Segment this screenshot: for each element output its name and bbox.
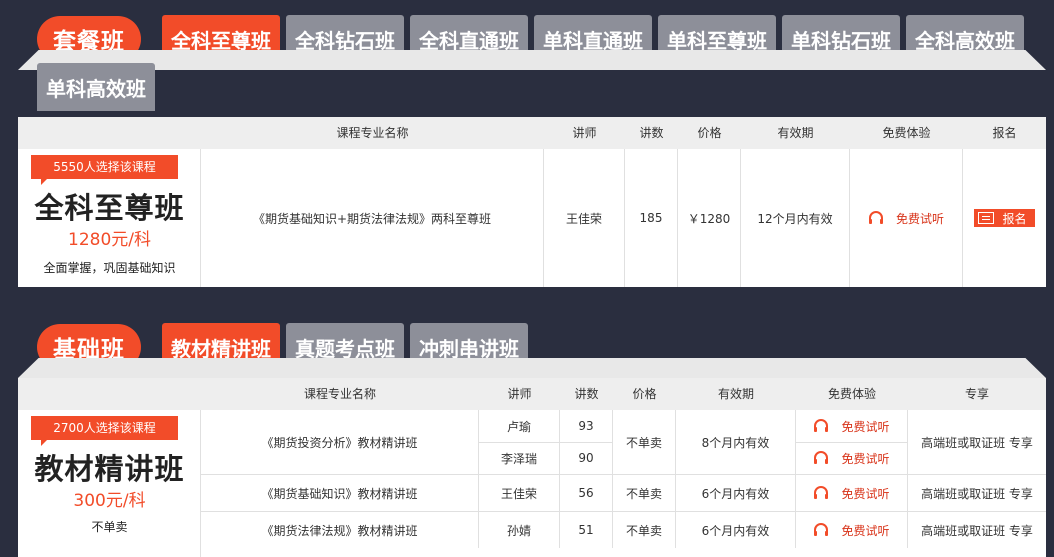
- course-desc: 不单卖: [91, 520, 128, 534]
- enrollment-ribbon: 2700人选择该课程: [31, 416, 178, 446]
- header-signup: 报名: [992, 126, 1017, 140]
- course-title[interactable]: 《期货基础知识+期货法律法规》两科至尊班: [201, 149, 544, 287]
- signup-button[interactable]: 报名: [974, 209, 1035, 227]
- teacher: 卢瑜: [479, 410, 560, 442]
- signup-cell: 报名: [963, 149, 1046, 287]
- lecture-count: 185: [625, 149, 678, 287]
- package-section: 套餐班 全科至尊班 全科钻石班 全科直通班 单科直通班 单科至尊班 单科钻石班 …: [0, 0, 1054, 300]
- course-summary: 2700人选择该课程 教材精讲班 300元/科 不单卖: [18, 410, 201, 557]
- validity: 12个月内有效: [741, 149, 850, 287]
- validity: 6个月内有效: [676, 475, 796, 511]
- course-title[interactable]: 《期货基础知识》教材精讲班: [201, 475, 479, 511]
- exclusive: 高端班或取证班 专享: [921, 435, 1033, 450]
- headphones-icon: [814, 419, 829, 432]
- course-title[interactable]: 《期货法律法规》教材精讲班: [201, 512, 479, 548]
- course-name: 全科至尊班: [34, 191, 185, 225]
- lecture-count: 56: [560, 475, 613, 511]
- lecture-count: 93: [560, 410, 613, 442]
- table-header: 课程专业名称 讲师 讲数 价格 有效期 免费体验 报名: [18, 117, 1046, 149]
- free-trial-cell: 免费试听: [796, 442, 908, 474]
- headphones-icon: [814, 523, 829, 536]
- free-trial-cell: 免费试听: [796, 475, 908, 511]
- header-lectures: 讲数: [574, 387, 599, 401]
- header-free-trial: 免费体验: [827, 387, 876, 401]
- free-trial-link[interactable]: 免费试听: [868, 210, 944, 227]
- course-title[interactable]: 《期货投资分析》教材精讲班: [201, 410, 479, 474]
- header-price: 价格: [632, 387, 657, 401]
- tab-tray: [18, 50, 1046, 70]
- tab-single-efficient[interactable]: 单科高效班: [37, 63, 155, 111]
- free-trial-label: 免费试听: [895, 211, 944, 226]
- validity: 8个月内有效: [676, 410, 796, 474]
- header-validity: 有效期: [777, 126, 814, 140]
- free-trial-label: 免费试听: [841, 486, 890, 501]
- price: ￥1280: [678, 149, 741, 287]
- teacher: 孙婧: [479, 512, 560, 548]
- free-trial-label: 免费试听: [841, 451, 890, 466]
- enrollment-ribbon: 5550人选择该课程: [31, 155, 178, 185]
- signup-label: 报名: [1002, 211, 1027, 226]
- lecture-count: 51: [560, 512, 613, 548]
- header-free-trial: 免费体验: [882, 126, 931, 140]
- package-table: 课程专业名称 讲师 讲数 价格 有效期 免费体验 报名 5550人选择该课程 全…: [18, 117, 1046, 287]
- free-trial-label: 免费试听: [841, 419, 890, 434]
- teacher: 李泽瑞: [479, 442, 560, 474]
- header-course: 课程专业名称: [303, 387, 376, 401]
- course-desc: 全面掌握，巩固基础知识: [43, 261, 176, 275]
- free-trial-cell: 免费试听: [850, 149, 963, 287]
- price: 不单卖: [613, 410, 676, 474]
- exclusive: 高端班或取证班 专享: [921, 523, 1033, 538]
- teacher: 王佳荣: [479, 475, 560, 511]
- header-course: 课程专业名称: [336, 126, 409, 140]
- free-trial-link[interactable]: 免费试听: [813, 522, 890, 539]
- course-price: 300元/科: [73, 491, 146, 511]
- lecture-count: 90: [560, 442, 613, 474]
- free-trial-link[interactable]: 免费试听: [813, 450, 890, 467]
- free-trial-cell: 免费试听: [796, 410, 908, 442]
- free-trial-cell: 免费试听: [796, 512, 908, 548]
- exclusive: 高端班或取证班 专享: [921, 486, 1033, 501]
- headphones-icon: [814, 486, 829, 499]
- headphones-icon: [814, 451, 829, 464]
- free-trial-label: 免费试听: [841, 523, 890, 538]
- header-validity: 有效期: [717, 387, 754, 401]
- table-header: 课程专业名称 讲师 讲数 价格 有效期 免费体验 专享: [18, 378, 1046, 410]
- course-price: 1280元/科: [68, 230, 151, 250]
- headphones-icon: [868, 211, 883, 224]
- price: 不单卖: [613, 512, 676, 548]
- book-icon: [978, 212, 995, 224]
- price: 不单卖: [613, 475, 676, 511]
- validity: 6个月内有效: [676, 512, 796, 548]
- header-teacher: 讲师: [572, 126, 597, 140]
- course-summary: 5550人选择该课程 全科至尊班 1280元/科 全面掌握，巩固基础知识: [18, 149, 201, 287]
- free-trial-link[interactable]: 免费试听: [813, 418, 890, 435]
- basic-section: 基础班 教材精讲班 真题考点班 冲刺串讲班 课程专业名称 讲师 讲数 价格 有效…: [0, 318, 1054, 557]
- header-lectures: 讲数: [639, 126, 664, 140]
- header-teacher: 讲师: [507, 387, 532, 401]
- teacher: 王佳荣: [544, 149, 625, 287]
- tab-tray: [18, 358, 1046, 378]
- header-exclusive: 专享: [964, 387, 989, 401]
- course-name: 教材精讲班: [34, 452, 185, 486]
- free-trial-link[interactable]: 免费试听: [813, 485, 890, 502]
- header-price: 价格: [697, 126, 722, 140]
- basic-table: 课程专业名称 讲师 讲数 价格 有效期 免费体验 专享 2700人选择该课程 教…: [18, 378, 1046, 557]
